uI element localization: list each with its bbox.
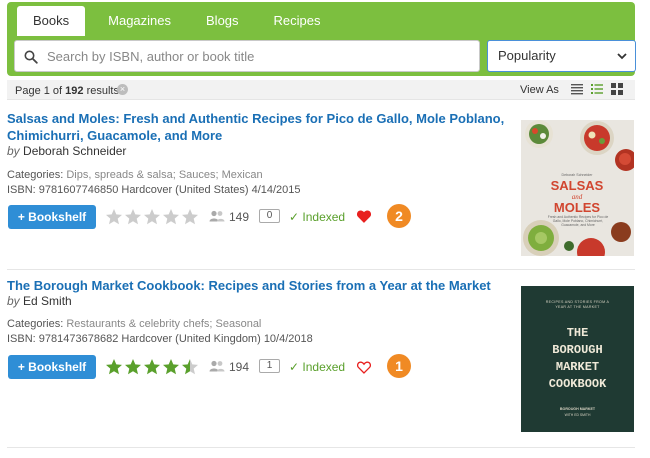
grid-view-icon[interactable] — [611, 83, 623, 95]
search-icon — [24, 50, 38, 64]
book-entry: The Borough Market Cookbook: Recipes and… — [7, 277, 635, 437]
results-suffix: results — [83, 85, 119, 97]
favorite-heart-icon[interactable] — [357, 361, 371, 374]
star-icon[interactable] — [124, 358, 142, 376]
cover-title-line1: SALSAS — [551, 178, 604, 193]
readers-icon — [209, 360, 225, 372]
star-icon[interactable] — [162, 358, 180, 376]
categories-label: Categories: — [7, 169, 64, 181]
chevron-down-icon — [617, 53, 627, 60]
book-author[interactable]: Deborah Schneider — [23, 144, 126, 158]
indexed-status: ✓ Indexed — [289, 360, 346, 374]
reviews-count[interactable]: 0 — [259, 209, 280, 223]
tab-recipes[interactable]: Recipes — [262, 6, 333, 36]
sort-select[interactable]: Popularity — [487, 40, 636, 72]
favorite-heart-icon[interactable] — [357, 210, 371, 223]
book-cover-image[interactable]: RECIPES AND STORIES FROM A YEAR AT THE M… — [521, 286, 634, 432]
book-title[interactable]: The Borough Market Cookbook: Recipes and… — [7, 277, 507, 294]
cover-title-line2: BOROUGH — [552, 343, 602, 357]
cover-publisher: BOROUGH MARKET — [560, 407, 596, 411]
star-icon[interactable] — [105, 208, 123, 226]
readers-count: 149 — [209, 210, 249, 224]
result-divider — [7, 447, 635, 448]
star-icon[interactable] — [162, 208, 180, 226]
by-label: by — [7, 294, 20, 308]
book-categories: Dips, spreads & salsa; Sauces; Mexican — [66, 169, 263, 181]
cover-title-line4: COOKBOOK — [549, 377, 607, 391]
readers-icon — [209, 210, 225, 222]
rating-stars[interactable] — [105, 208, 200, 226]
book-categories: Restaurants & celebrity chefs; Seasonal — [66, 318, 262, 330]
book-entry: Salsas and Moles: Fresh and Authentic Re… — [7, 110, 635, 266]
cover-title-line3: MARKET — [556, 360, 599, 374]
search-panel: Books Magazines Blogs Recipes Popularity — [7, 2, 636, 76]
cover-author: WITH ED SMITH — [565, 413, 591, 417]
book-author-line: by Ed Smith — [7, 294, 72, 308]
star-icon[interactable] — [143, 358, 161, 376]
reviews-count[interactable]: 1 — [259, 359, 280, 373]
readers-count: 194 — [209, 360, 249, 374]
page-prefix: Page 1 of — [15, 85, 66, 97]
indexed-status: ✓ Indexed — [289, 210, 346, 224]
rating-stars[interactable] — [105, 358, 200, 376]
star-icon[interactable] — [124, 208, 142, 226]
result-divider — [7, 269, 635, 270]
star-icon[interactable] — [143, 208, 161, 226]
cover-tagline: RECIPES AND STORIES FROM A YEAR AT THE M… — [545, 300, 610, 309]
cover-title-line1: THE — [567, 326, 589, 340]
list-view-icon[interactable] — [571, 83, 583, 95]
results-bar: Page 1 of 192 results × View As — [7, 80, 635, 100]
book-author[interactable]: Ed Smith — [23, 294, 72, 308]
book-author-line: by Deborah Schneider — [7, 144, 126, 158]
add-to-bookshelf-button[interactable]: + Bookshelf — [8, 205, 96, 229]
cover-author: Deborah Schneider — [562, 173, 594, 177]
book-categories-line: Categories: Dips, spreads & salsa; Sauce… — [7, 168, 263, 183]
book-isbn: ISBN: 9781473678682 Hardcover (United Ki… — [7, 333, 313, 345]
by-label: by — [7, 144, 20, 158]
book-categories-line: Categories: Restaurants & celebrity chef… — [7, 317, 261, 332]
categories-label: Categories: — [7, 318, 64, 330]
tab-bar: Books Magazines Blogs Recipes — [17, 6, 344, 36]
star-icon[interactable] — [181, 208, 199, 226]
readers-value: 194 — [229, 360, 250, 374]
tab-magazines[interactable]: Magazines — [96, 6, 183, 36]
callout-badge: 1 — [387, 354, 411, 378]
search-input[interactable] — [47, 41, 472, 71]
book-title[interactable]: Salsas and Moles: Fresh and Authentic Re… — [7, 110, 507, 144]
callout-badge: 2 — [387, 204, 411, 228]
sort-selected-value: Popularity — [498, 48, 556, 63]
results-total: 192 — [65, 85, 84, 97]
star-icon[interactable] — [181, 358, 199, 376]
detail-list-view-icon[interactable] — [591, 83, 603, 95]
readers-value: 149 — [229, 210, 250, 224]
book-cover-image[interactable]: Deborah Schneider SALSAS and MOLES Fresh… — [521, 120, 634, 256]
cover-tagline: Fresh and Authentic Recipes for Pico de … — [547, 215, 609, 227]
add-to-bookshelf-button[interactable]: + Bookshelf — [8, 355, 96, 379]
cover-title-line3: MOLES — [554, 200, 601, 215]
search-field[interactable] — [14, 40, 480, 72]
tab-blogs[interactable]: Blogs — [194, 6, 251, 36]
tab-books[interactable]: Books — [17, 6, 86, 36]
view-as-label: View As — [520, 84, 559, 96]
star-icon[interactable] — [105, 358, 123, 376]
results-count: Page 1 of 192 results — [15, 82, 119, 100]
book-isbn: ISBN: 9781607746850 Hardcover (United St… — [7, 184, 301, 196]
clear-results-icon[interactable]: × — [117, 84, 128, 95]
